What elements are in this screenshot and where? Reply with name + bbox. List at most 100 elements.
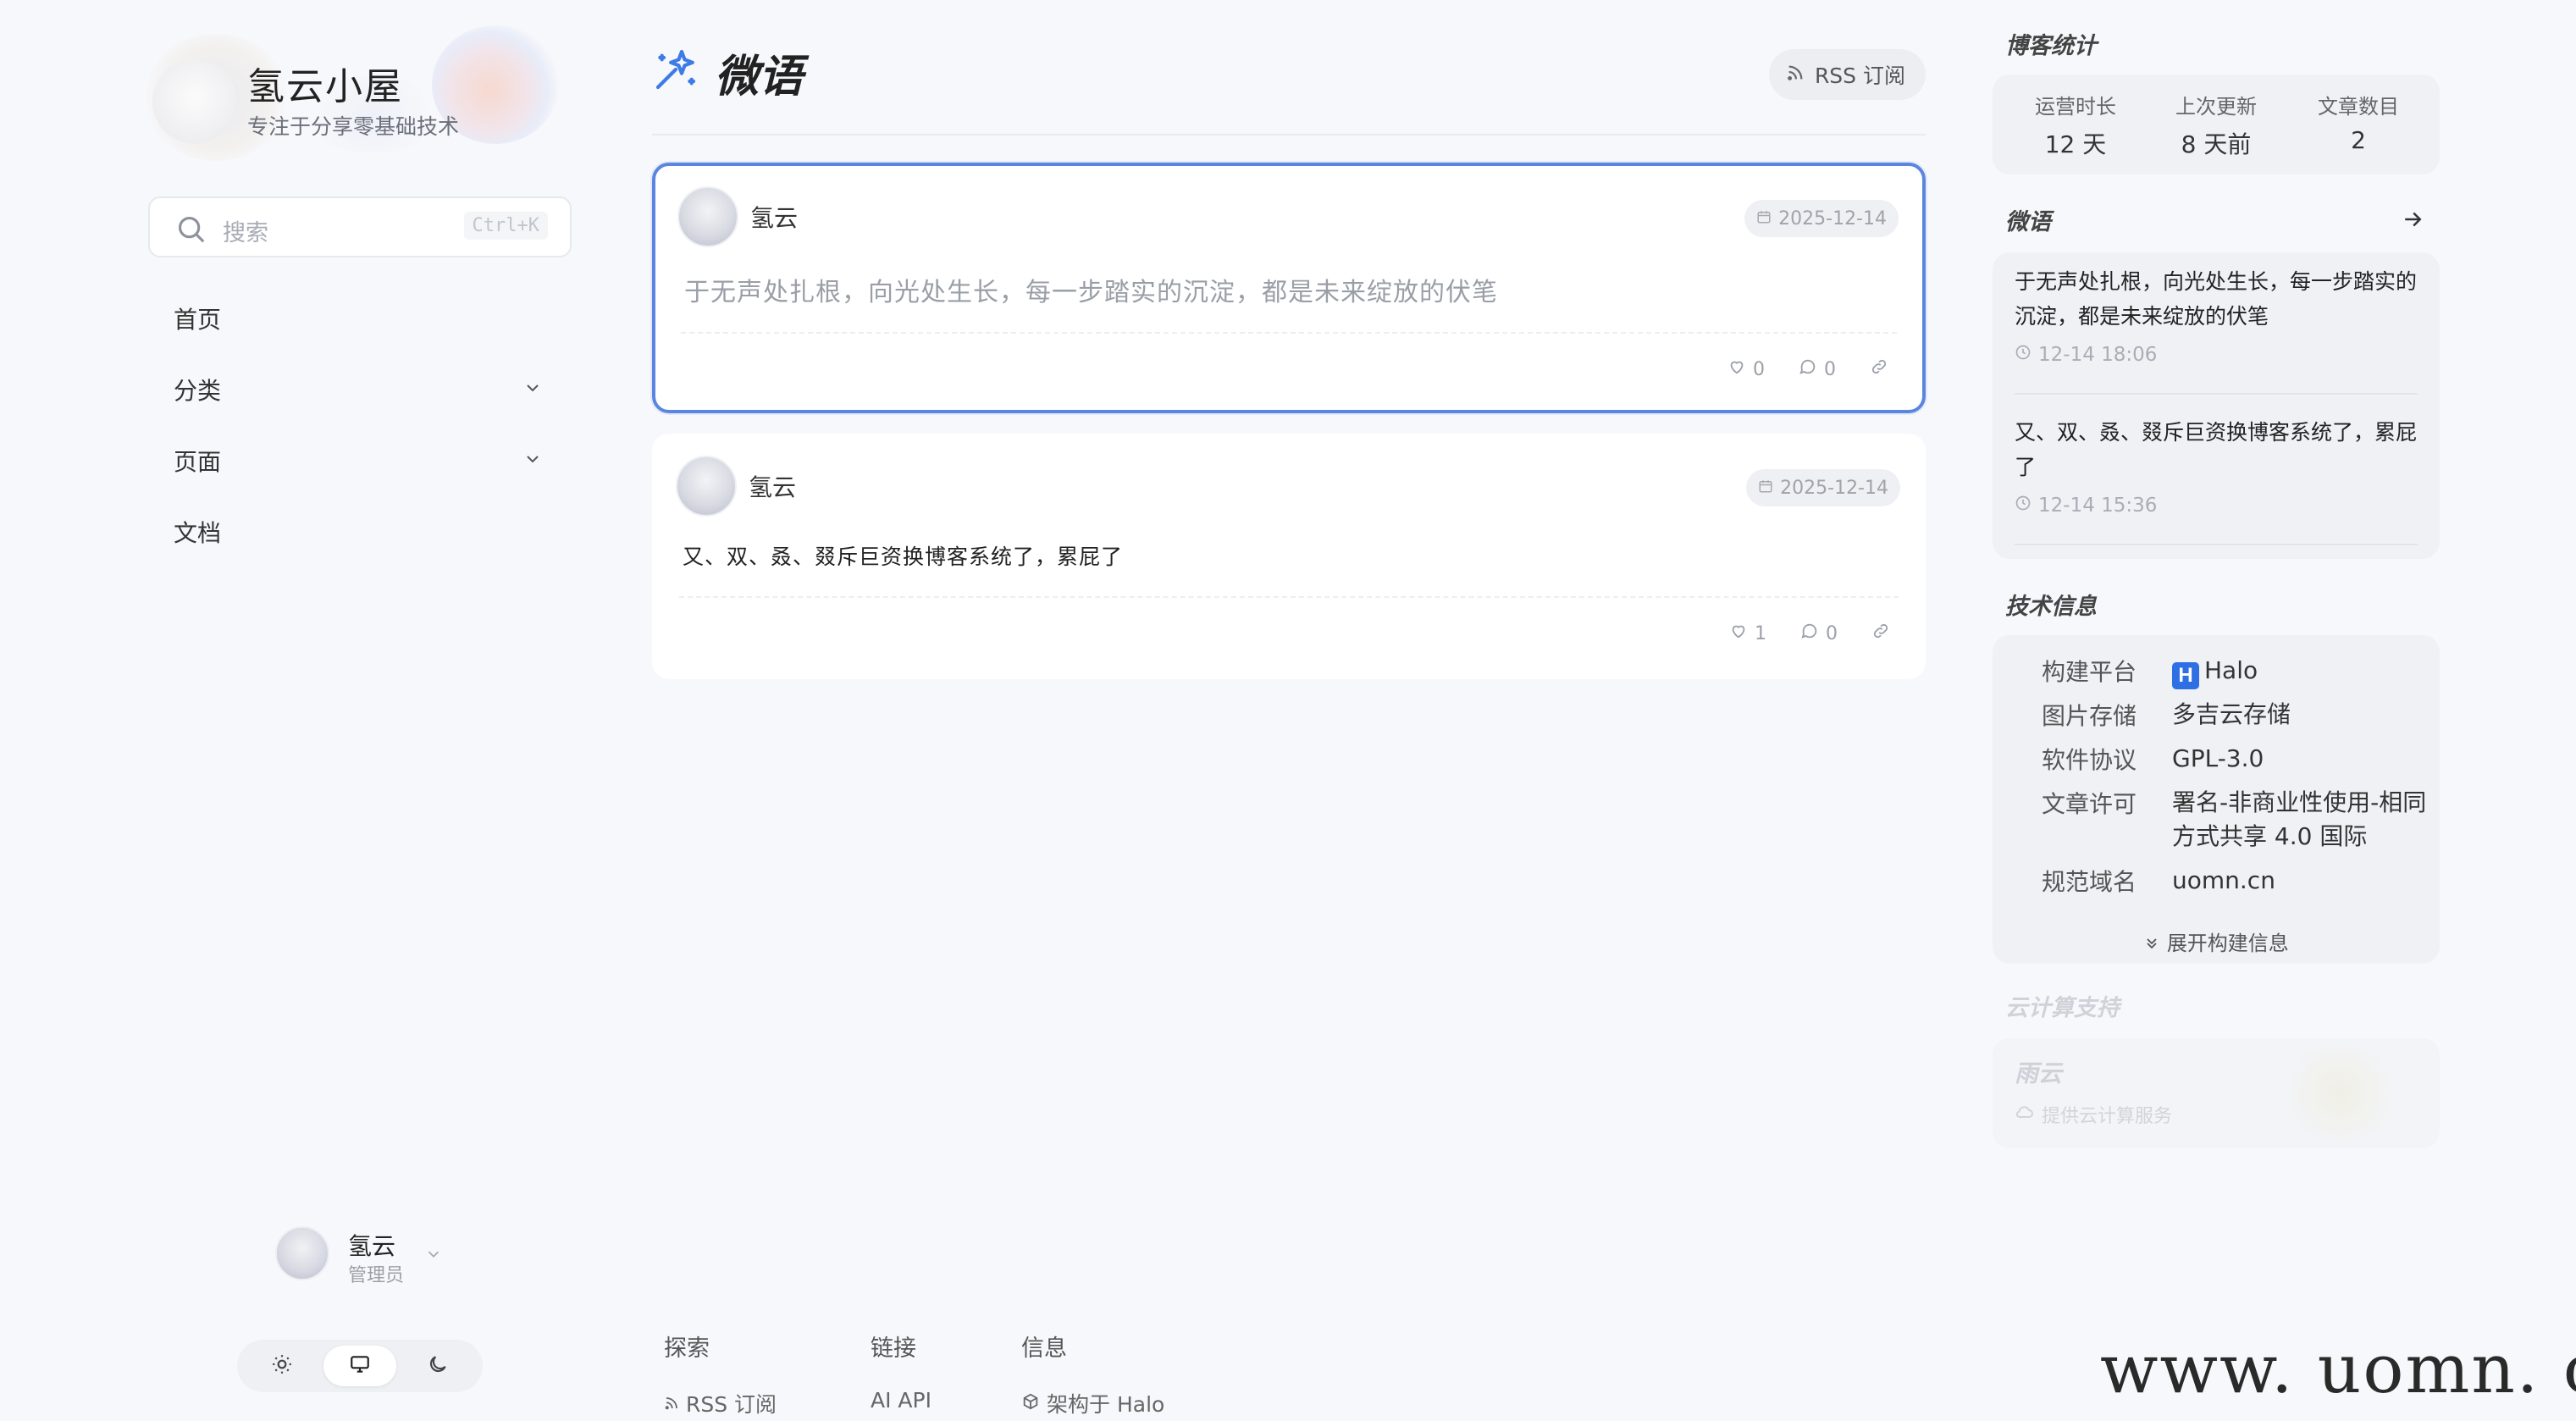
stat-label: 文章数目 bbox=[2318, 95, 2399, 119]
moment-card[interactable]: 氢云 2025-12-14 于无声处扎根，向光处生长，每一步踏实的沉淀，都是未来… bbox=[652, 163, 1926, 413]
moment-date: 2025-12-14 bbox=[1778, 207, 1887, 229]
moment-actions: 1 0 bbox=[1729, 622, 1890, 645]
moment-date-badge: 2025-12-14 bbox=[1746, 469, 1900, 506]
search-box[interactable]: 搜索 Ctrl+K bbox=[148, 196, 572, 257]
chevron-down-icon[interactable] bbox=[522, 378, 543, 401]
list-item[interactable]: 于无声处扎根，向光处生长，每一步踏实的沉淀，都是未来绽放的伏笔 12-14 18… bbox=[2015, 264, 2418, 366]
theme-system-button[interactable] bbox=[323, 1346, 396, 1386]
stat-value: 12 天 bbox=[2044, 130, 2107, 158]
stats-card: 运营时长 12 天 上次更新 8 天前 文章数目 2 bbox=[1993, 75, 2440, 174]
tech-info-value: 署名-非商业性使用-相同方式共享 4.0 国际 bbox=[2172, 788, 2427, 850]
comment-icon bbox=[1800, 622, 1819, 645]
chevron-down-icon[interactable] bbox=[522, 449, 543, 473]
tech-info-value[interactable]: uomn.cn bbox=[2172, 864, 2435, 898]
footer-link-ai-api[interactable]: AI API bbox=[871, 1388, 931, 1413]
like-button[interactable]: 0 bbox=[1727, 357, 1765, 381]
sponsor-logo-decoration bbox=[2272, 1047, 2407, 1140]
arrow-right-icon[interactable] bbox=[2400, 207, 2425, 235]
watermark: www. uomn. cn bbox=[2100, 1330, 2576, 1408]
brand-header[interactable]: 氢云小屋 专注于分享零基础技术 bbox=[127, 25, 584, 161]
moments-widget: 于无声处扎根，向光处生长，每一步踏实的沉淀，都是未来绽放的伏笔 12-14 18… bbox=[1993, 252, 2440, 559]
search-icon bbox=[175, 213, 207, 249]
copy-link-button[interactable] bbox=[1871, 622, 1890, 645]
divider bbox=[679, 596, 1899, 598]
site-logo bbox=[152, 59, 237, 144]
nav-item-label: 分类 bbox=[174, 377, 222, 405]
moment-time-text: 12-14 15:36 bbox=[2038, 495, 2158, 517]
copy-link-button[interactable] bbox=[1870, 357, 1888, 381]
stat-value: 8 天前 bbox=[2181, 130, 2252, 158]
footer-link-label: RSS 订阅 bbox=[686, 1392, 777, 1417]
nav-item-pages[interactable]: 页面 bbox=[148, 429, 572, 488]
moon-icon bbox=[427, 1353, 449, 1379]
comment-button[interactable]: 0 bbox=[1800, 622, 1838, 645]
halo-logo-icon: H bbox=[2172, 662, 2199, 689]
page-header: 微语 RSS 订阅 bbox=[652, 34, 1926, 135]
footer-link-label: AI API bbox=[871, 1388, 931, 1413]
cube-icon bbox=[1021, 1391, 1040, 1416]
moment-date: 2025-12-14 bbox=[1780, 477, 1888, 499]
theme-dark-button[interactable] bbox=[401, 1346, 474, 1386]
stats-heading: 博客统计 bbox=[2005, 33, 2097, 59]
stat-label: 上次更新 bbox=[2175, 95, 2257, 119]
moment-snippet: 又、双、叒、叕斥巨资换博客系统了，累屁了 bbox=[2015, 420, 2418, 479]
link-icon bbox=[1871, 622, 1890, 645]
theme-light-button[interactable] bbox=[246, 1346, 318, 1386]
stat-item: 上次更新 8 天前 bbox=[2142, 90, 2291, 160]
monitor-icon bbox=[349, 1353, 371, 1379]
footer-column-explore: 探索 RSS 订阅 bbox=[664, 1330, 777, 1418]
avatar bbox=[275, 1226, 329, 1280]
clock-icon bbox=[2015, 495, 2032, 517]
comment-button[interactable]: 0 bbox=[1799, 357, 1836, 381]
rss-icon bbox=[1786, 63, 1805, 87]
footer-heading: 信息 bbox=[1021, 1335, 1067, 1362]
avatar bbox=[677, 186, 738, 247]
cloud-icon bbox=[2015, 1102, 2035, 1127]
like-button[interactable]: 1 bbox=[1729, 622, 1766, 645]
tech-info-key: 图片存储 bbox=[2042, 702, 2137, 730]
nav-item-categories[interactable]: 分类 bbox=[148, 357, 572, 417]
user-menu[interactable]: 氢云 管理员 bbox=[275, 1226, 462, 1294]
search-shortcut-hint: Ctrl+K bbox=[463, 212, 548, 240]
rss-subscribe-button[interactable]: RSS 订阅 bbox=[1768, 49, 1926, 100]
footer-column-links: 链接 AI API bbox=[871, 1330, 931, 1413]
moment-actions: 0 0 bbox=[1727, 357, 1888, 381]
moment-snippet: 于无声处扎根，向光处生长，每一步踏实的沉淀，都是未来绽放的伏笔 bbox=[2015, 269, 2418, 329]
moment-time-text: 12-14 18:06 bbox=[2038, 344, 2158, 366]
footer-link-rss[interactable]: RSS 订阅 bbox=[664, 1388, 777, 1418]
sun-icon bbox=[271, 1353, 293, 1379]
footer-heading: 链接 bbox=[871, 1335, 916, 1362]
nav-item-home[interactable]: 首页 bbox=[148, 286, 572, 346]
rss-icon bbox=[664, 1391, 679, 1416]
calendar-icon bbox=[1756, 208, 1772, 229]
sponsor-description: 提供云计算服务 bbox=[2015, 1101, 2172, 1128]
nav-item-label: 首页 bbox=[174, 306, 222, 334]
link-icon bbox=[1870, 357, 1888, 381]
tech-info-card: 构建平台 H Halo 图片存储 多吉云存储 软件协议 GPL-3.0 文章许可 … bbox=[1993, 635, 2440, 964]
heart-icon bbox=[1729, 622, 1748, 645]
tech-info-value-text: Halo bbox=[2204, 656, 2258, 684]
moment-author[interactable]: 氢云 bbox=[749, 469, 796, 503]
expand-build-info-button[interactable]: 展开构建信息 bbox=[1993, 926, 2440, 956]
moment-text: 于无声处扎根，向光处生长，每一步踏实的沉淀，都是未来绽放的伏笔 bbox=[684, 278, 1498, 307]
moment-text: 又、双、叒、叕斥巨资换博客系统了，累屁了 bbox=[683, 545, 1124, 569]
footer-link-halo[interactable]: 架构于 Halo bbox=[1021, 1388, 1164, 1418]
moment-card[interactable]: 氢云 2025-12-14 又、双、叒、叕斥巨资换博客系统了，累屁了 1 0 bbox=[652, 434, 1926, 679]
moments-widget-heading: 微语 bbox=[2005, 209, 2051, 235]
tech-info-value: H Halo bbox=[2172, 654, 2435, 689]
moment-author[interactable]: 氢云 bbox=[750, 200, 798, 234]
double-chevron-down-icon bbox=[2143, 932, 2160, 955]
clock-icon bbox=[2015, 344, 2032, 366]
stat-value: 2 bbox=[2351, 126, 2366, 154]
moment-time: 12-14 18:06 bbox=[2015, 344, 2418, 366]
site-subtitle: 专注于分享零基础技术 bbox=[247, 114, 460, 139]
list-item[interactable]: 又、双、叒、叕斥巨资换博客系统了，累屁了 12-14 15:36 bbox=[2015, 415, 2418, 517]
nav-item-docs[interactable]: 文档 bbox=[148, 500, 572, 559]
cloud-sponsor-card[interactable]: 雨云 提供云计算服务 bbox=[1993, 1038, 2440, 1148]
site-title[interactable]: 氢云小屋 bbox=[247, 56, 403, 110]
sponsor-description-text: 提供云计算服务 bbox=[2042, 1106, 2173, 1127]
comment-count: 0 bbox=[1824, 358, 1836, 380]
like-count: 1 bbox=[1755, 622, 1766, 644]
tech-info-key: 文章许可 bbox=[2042, 790, 2137, 818]
theme-switcher[interactable] bbox=[237, 1340, 483, 1392]
